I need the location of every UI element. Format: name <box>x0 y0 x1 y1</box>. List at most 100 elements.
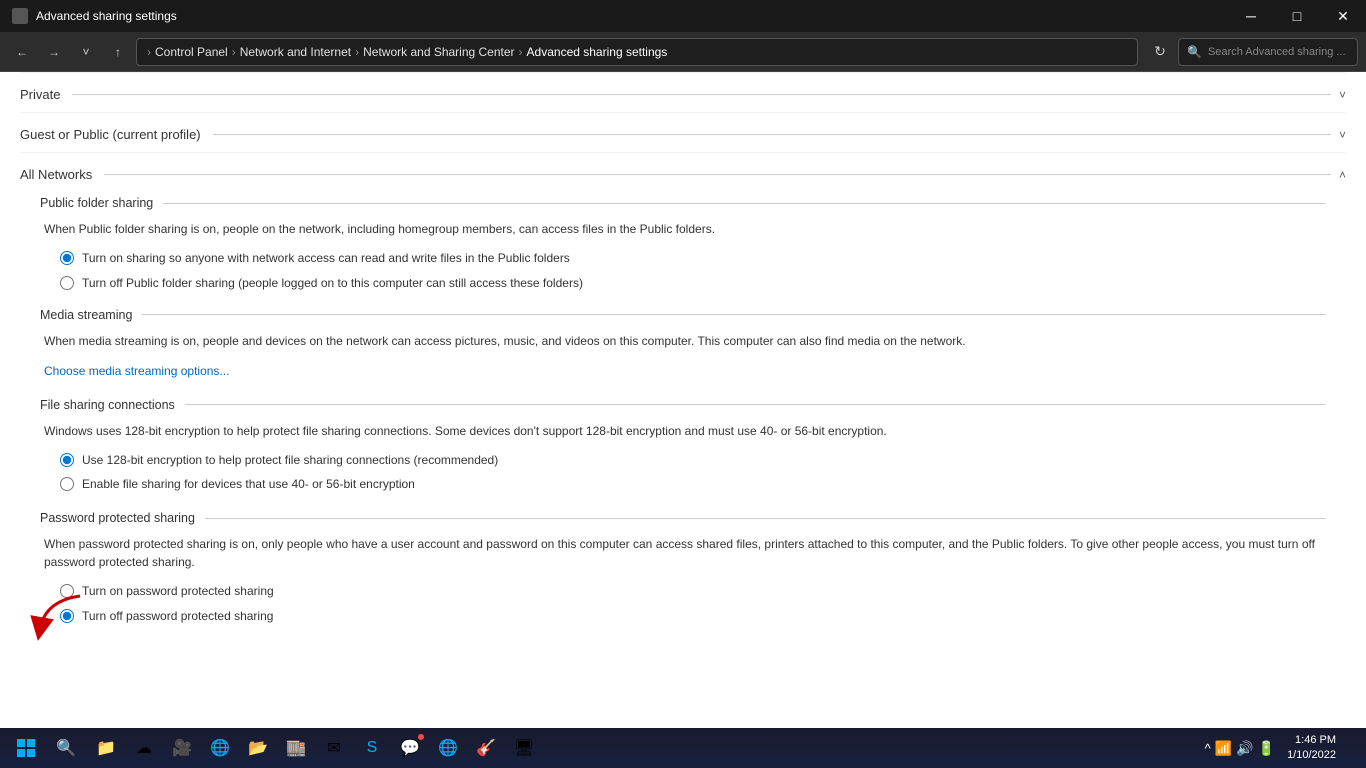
path-network-sharing[interactable]: Network and Sharing Center <box>363 45 514 59</box>
file-sharing-option-1: Use 128-bit encryption to help protect f… <box>60 452 1326 469</box>
password-protected-label-1: Turn on password protected sharing <box>82 583 274 600</box>
guest-section-title: Guest or Public (current profile) <box>20 127 201 142</box>
all-networks-section-header[interactable]: All Networks ˄ <box>20 152 1346 192</box>
taskbar-date-value: 1/10/2022 <box>1287 748 1336 763</box>
back-button[interactable]: ← <box>8 38 36 66</box>
media-streaming-description: When media streaming is on, people and d… <box>40 332 1326 350</box>
taskbar-apps: 📁 ☁ 🎥 🌐 📂 🏬 ✉ S 💬 🌐 🎸 🖥 <box>88 730 542 766</box>
password-protected-option-1: Turn on password protected sharing <box>60 583 1326 600</box>
dropdown-button[interactable]: ˅ <box>72 38 100 66</box>
password-protected-line <box>205 518 1326 519</box>
file-sharing-label-1: Use 128-bit encryption to help protect f… <box>82 452 498 469</box>
public-folder-option-1: Turn on sharing so anyone with network a… <box>60 250 1326 267</box>
all-networks-chevron-icon: ˄ <box>1339 168 1346 182</box>
volume-icon[interactable]: 🔊 <box>1236 740 1253 757</box>
media-streaming-title: Media streaming <box>40 308 132 322</box>
password-protected-radio-1[interactable] <box>60 584 74 598</box>
taskbar-system-icon[interactable]: 🖥 <box>506 730 542 766</box>
taskbar-store-icon[interactable]: 🏬 <box>278 730 314 766</box>
file-sharing-line <box>185 404 1326 405</box>
public-folder-radio-2[interactable] <box>60 276 74 290</box>
search-placeholder: Search Advanced sharing ... <box>1208 46 1346 58</box>
taskbar-onedrive-icon[interactable]: ☁ <box>126 730 162 766</box>
windows-logo-icon <box>17 739 35 757</box>
public-folder-label-2: Turn off Public folder sharing (people l… <box>82 275 583 292</box>
search-icon: 🔍 <box>1187 45 1202 59</box>
taskbar-search-icon: 🔍 <box>56 738 76 758</box>
public-folder-options: Turn on sharing so anyone with network a… <box>40 250 1326 292</box>
media-streaming-subsection-header: Media streaming <box>40 308 1326 322</box>
taskbar-skype-icon[interactable]: S <box>354 730 390 766</box>
network-icon[interactable]: 📶 <box>1215 740 1232 757</box>
password-protected-label-2: Turn off password protected sharing <box>82 608 273 625</box>
file-sharing-option-2: Enable file sharing for devices that use… <box>60 476 1326 493</box>
minimize-button[interactable]: ─ <box>1228 0 1274 32</box>
start-button[interactable] <box>8 730 44 766</box>
up-button[interactable]: ↑ <box>104 38 132 66</box>
search-box[interactable]: 🔍 Search Advanced sharing ... <box>1178 38 1358 66</box>
show-desktop-button[interactable] <box>1350 730 1358 766</box>
file-sharing-radio-2[interactable] <box>60 477 74 491</box>
taskbar-chrome-icon[interactable]: 🌐 <box>430 730 466 766</box>
public-folder-title: Public folder sharing <box>40 196 153 210</box>
main-content: Private ˅ Guest or Public (current profi… <box>0 72 1366 728</box>
private-section-title: Private <box>20 87 60 102</box>
public-folder-radio-1[interactable] <box>60 251 74 265</box>
all-networks-line <box>104 174 1331 175</box>
guest-section-line <box>213 134 1331 135</box>
taskbar-mail-icon[interactable]: ✉ <box>316 730 352 766</box>
taskbar-clock[interactable]: 1:46 PM 1/10/2022 <box>1287 733 1344 764</box>
guest-chevron-icon: ˅ <box>1339 128 1346 142</box>
taskbar-whatsapp-icon[interactable]: 💬 <box>392 730 428 766</box>
private-chevron-icon: ˅ <box>1339 88 1346 102</box>
path-current: Advanced sharing settings <box>527 45 668 59</box>
password-protected-radio-2[interactable] <box>60 609 74 623</box>
path-separator-2: › <box>355 45 359 59</box>
file-sharing-title: File sharing connections <box>40 398 175 412</box>
password-protected-subsection-header: Password protected sharing <box>40 511 1326 525</box>
window-title: Advanced sharing settings <box>36 9 177 23</box>
public-folder-line <box>163 203 1326 204</box>
media-streaming-line <box>142 314 1326 315</box>
public-folder-description: When Public folder sharing is on, people… <box>40 220 1326 238</box>
taskbar: 🔍 📁 ☁ 🎥 🌐 📂 🏬 ✉ S 💬 🌐 🎸 🖥 ^ 📶 🔊 🔋 1:46 P… <box>0 728 1366 768</box>
file-sharing-subsection-header: File sharing connections <box>40 398 1326 412</box>
address-path[interactable]: › Control Panel › Network and Internet ›… <box>136 38 1138 66</box>
path-separator-0: › <box>147 45 151 59</box>
public-folder-option-2: Turn off Public folder sharing (people l… <box>60 275 1326 292</box>
private-section-header[interactable]: Private ˅ <box>20 72 1346 112</box>
private-section-line <box>72 94 1331 95</box>
taskbar-edge-icon[interactable]: 🌐 <box>202 730 238 766</box>
battery-icon[interactable]: 🔋 <box>1258 740 1275 757</box>
taskbar-files-icon[interactable]: 📂 <box>240 730 276 766</box>
password-protected-options: Turn on password protected sharing Turn … <box>40 583 1326 625</box>
file-sharing-radio-1[interactable] <box>60 453 74 467</box>
public-folder-subsection-header: Public folder sharing <box>40 196 1326 210</box>
close-button[interactable]: ✕ <box>1320 0 1366 32</box>
file-sharing-options: Use 128-bit encryption to help protect f… <box>40 452 1326 494</box>
taskbar-chrome2-icon[interactable]: 🎸 <box>468 730 504 766</box>
taskbar-time-value: 1:46 PM <box>1287 733 1336 748</box>
file-sharing-label-2: Enable file sharing for devices that use… <box>82 476 415 493</box>
taskbar-search-button[interactable]: 🔍 <box>48 730 84 766</box>
path-separator-3: › <box>519 45 523 59</box>
password-protected-description: When password protected sharing is on, o… <box>40 535 1326 571</box>
file-sharing-description: Windows uses 128-bit encryption to help … <box>40 422 1326 440</box>
path-control-panel[interactable]: Control Panel <box>155 45 228 59</box>
address-bar: ← → ˅ ↑ › Control Panel › Network and In… <box>0 32 1366 72</box>
all-networks-content: Public folder sharing When Public folder… <box>20 196 1346 649</box>
system-tray: ^ 📶 🔊 🔋 <box>1199 740 1281 757</box>
password-protected-option-2: Turn off password protected sharing <box>60 608 1326 625</box>
path-network-internet[interactable]: Network and Internet <box>240 45 351 59</box>
taskbar-zoom-icon[interactable]: 🎥 <box>164 730 200 766</box>
refresh-button[interactable]: ↻ <box>1146 38 1174 66</box>
tray-expand-icon[interactable]: ^ <box>1205 741 1211 756</box>
media-streaming-link[interactable]: Choose media streaming options... <box>44 364 229 378</box>
title-bar: Advanced sharing settings ─ □ ✕ <box>0 0 1366 32</box>
guest-section-header[interactable]: Guest or Public (current profile) ˅ <box>20 112 1346 152</box>
maximize-button[interactable]: □ <box>1274 0 1320 32</box>
public-folder-label-1: Turn on sharing so anyone with network a… <box>82 250 570 267</box>
path-separator-1: › <box>232 45 236 59</box>
forward-button[interactable]: → <box>40 38 68 66</box>
taskbar-explorer-icon[interactable]: 📁 <box>88 730 124 766</box>
